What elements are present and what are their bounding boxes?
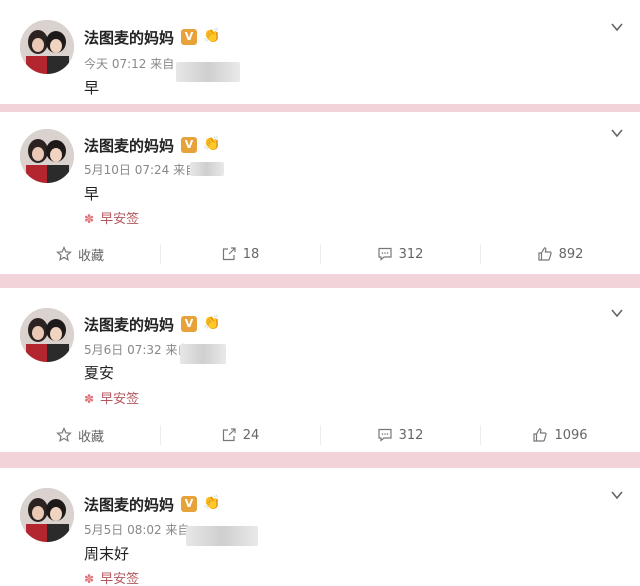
repost-count: 18 [242, 246, 260, 262]
post-time: 5月10日 07:24 来自 [84, 161, 197, 178]
post-card-2: 法图麦的妈妈 V 👏 5月10日 07:24 来自 早 ✽ 早安签 收藏 18 3… [0, 112, 640, 274]
verified-icon: V [181, 496, 197, 512]
clap-icon: 👏 [203, 28, 221, 44]
favorite-label: 收藏 [77, 248, 104, 264]
tag-label: 早安签 [100, 212, 140, 227]
like-count: 892 [558, 246, 584, 262]
comment-count: 312 [398, 427, 424, 443]
divider [320, 244, 321, 264]
repost-button[interactable]: 18 [160, 234, 320, 274]
post-text: 早 [84, 79, 100, 97]
author-name[interactable]: 法图麦的妈妈 [84, 314, 174, 335]
author-name[interactable]: 法图麦的妈妈 [84, 494, 174, 515]
repost-count: 24 [242, 427, 260, 443]
time-text: 5月6日 07:32 [84, 343, 162, 357]
flower-icon: ✽ [84, 392, 95, 406]
source-prefix: 来自 [150, 57, 175, 71]
avatar[interactable] [20, 488, 74, 542]
time-text: 5月10日 07:24 [84, 163, 170, 177]
comment-button[interactable]: 312 [320, 415, 480, 452]
divider [160, 244, 161, 264]
avatar-photo [20, 20, 74, 74]
blurred-source [176, 62, 240, 82]
post-card-4: 法图麦的妈妈 V 👏 5月5日 08:02 来自 周末好 ✽ 早安签 [0, 468, 640, 586]
post-text: 周末好 [84, 545, 130, 563]
post-time: 5月6日 07:32 来自 [84, 341, 190, 358]
star-icon [56, 427, 72, 443]
share-icon [222, 428, 236, 442]
avatar[interactable] [20, 129, 74, 183]
star-icon [56, 246, 72, 262]
avatar-photo [20, 308, 74, 362]
favorite-button[interactable]: 收藏 [0, 234, 160, 274]
comment-button[interactable]: 312 [320, 234, 480, 274]
author-name[interactable]: 法图麦的妈妈 [84, 135, 174, 156]
share-icon [222, 247, 236, 261]
divider [480, 244, 481, 264]
topic-tag[interactable]: ✽ 早安签 [84, 208, 139, 227]
divider [160, 425, 161, 445]
time-text: 今天 07:12 [84, 57, 147, 71]
flower-icon: ✽ [84, 212, 95, 226]
topic-tag[interactable]: ✽ 早安签 [84, 568, 139, 586]
thumbs-up-icon [537, 247, 552, 261]
thumbs-up-icon [533, 428, 548, 442]
favorite-label: 收藏 [77, 429, 104, 445]
comment-count: 312 [398, 246, 424, 262]
chevron-down-icon[interactable] [610, 20, 624, 34]
avatar[interactable] [20, 308, 74, 362]
post-text: 早 [84, 185, 100, 203]
post-text: 夏安 [84, 364, 115, 382]
clap-icon: 👏 [203, 495, 221, 511]
divider [320, 425, 321, 445]
post-card-3: 法图麦的妈妈 V 👏 5月6日 07:32 来自 夏安 ✽ 早安签 收藏 24 3… [0, 288, 640, 452]
repost-button[interactable]: 24 [160, 415, 320, 452]
chevron-down-icon[interactable] [610, 126, 624, 140]
avatar-photo [20, 129, 74, 183]
post-time: 今天 07:12 来自 [84, 55, 174, 72]
time-text: 5月5日 08:02 [84, 523, 162, 537]
verified-icon: V [181, 316, 197, 332]
tag-label: 早安签 [100, 392, 140, 407]
divider [480, 425, 481, 445]
favorite-button[interactable]: 收藏 [0, 415, 160, 452]
chevron-down-icon[interactable] [610, 488, 624, 502]
topic-tag[interactable]: ✽ 早安签 [84, 388, 139, 407]
post-time: 5月5日 08:02 来自 [84, 521, 190, 538]
action-bar: 收藏 24 312 1096 [0, 415, 640, 452]
clap-icon: 👏 [203, 315, 221, 331]
chevron-down-icon[interactable] [610, 306, 624, 320]
like-button[interactable]: 892 [480, 234, 640, 274]
avatar[interactable] [20, 20, 74, 74]
comment-icon [377, 428, 392, 442]
flower-icon: ✽ [84, 572, 95, 586]
blurred-source [186, 526, 258, 546]
post-card-1: 法图麦的妈妈 V 👏 今天 07:12 来自 早 [0, 0, 640, 104]
clap-icon: 👏 [203, 136, 221, 152]
like-count: 1096 [554, 427, 588, 443]
avatar-photo [20, 488, 74, 542]
author-name[interactable]: 法图麦的妈妈 [84, 27, 174, 48]
verified-icon: V [181, 29, 197, 45]
action-bar: 收藏 18 312 892 [0, 234, 640, 274]
blurred-source [180, 344, 226, 364]
verified-icon: V [181, 137, 197, 153]
like-button[interactable]: 1096 [480, 415, 640, 452]
blurred-source [190, 162, 224, 176]
tag-label: 早安签 [100, 572, 140, 586]
comment-icon [377, 247, 392, 261]
